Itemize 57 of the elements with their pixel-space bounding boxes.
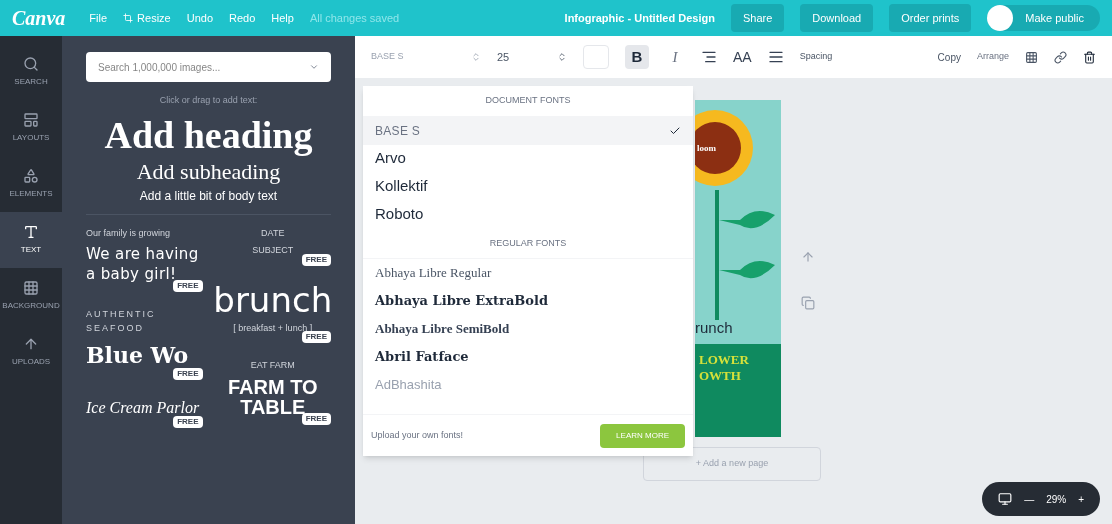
arrange-button[interactable]: Arrange	[976, 50, 1009, 64]
text-template[interactable]: DATE SUBJECT FREE	[214, 226, 331, 266]
design-text: LOWER	[699, 352, 750, 368]
rail-tab[interactable]: SEARCH	[0, 44, 62, 100]
text-template[interactable]: AUTHENTIC SEAFOOD Blue Wo FREE	[86, 308, 203, 380]
template-text: AUTHENTIC SEAFOOD	[86, 308, 157, 335]
rail-tab[interactable]: LAYOUTS	[0, 100, 62, 156]
copy-button[interactable]: Copy	[937, 49, 961, 65]
italic-button[interactable]: I	[665, 45, 685, 69]
upload-fonts-text: Upload your own fonts!	[371, 428, 464, 442]
design-thumbnail[interactable]: loom runch LOWER OWTH	[695, 100, 781, 437]
free-badge: FREE	[173, 416, 203, 428]
template-text: DATE	[261, 226, 285, 240]
font-size-selector[interactable]: 25	[497, 48, 567, 66]
free-badge: FREE	[173, 368, 203, 380]
heading-sample[interactable]: Add heading	[86, 111, 331, 158]
template-text: We are having a baby girl!	[86, 244, 200, 283]
zoom-value: 29%	[1046, 492, 1067, 507]
text-template[interactable]: Our family is growing We are having a baby girl! FREE	[86, 226, 203, 292]
design-text: loom	[697, 142, 716, 155]
subheading-sample[interactable]: Add subheading	[86, 157, 331, 186]
bold-button[interactable]: B	[625, 45, 649, 69]
zoom-in-button[interactable]: +	[1078, 491, 1084, 507]
free-badge: FREE	[173, 280, 203, 292]
section-header: REGULAR FONTS	[363, 228, 693, 259]
font-option[interactable]: Abril Fatface	[363, 343, 693, 371]
template-text: Our family is growing	[86, 226, 172, 240]
font-option[interactable]: Abhaya Libre Regular	[363, 259, 693, 287]
rail-tab[interactable]: ELEMENTS	[0, 156, 62, 212]
body-text-sample[interactable]: Add a little bit of body text	[86, 185, 331, 206]
free-badge: FREE	[301, 253, 331, 266]
search-field[interactable]: Search 1,000,000 images...	[86, 52, 331, 82]
rail-tab[interactable]: BACKGROUND	[0, 268, 62, 324]
design-text: runch	[695, 320, 734, 336]
font-option[interactable]: Roboto	[363, 200, 693, 229]
rail-tab[interactable]: TEXT	[0, 212, 62, 268]
design-text: OWTH	[699, 368, 742, 384]
template-text: Blue Wo	[86, 341, 190, 370]
spacing-button[interactable]: Spacing	[799, 50, 833, 64]
free-badge: FREE	[301, 331, 331, 343]
font-option[interactable]: Abhaya Libre SemiBold	[363, 315, 693, 343]
font-option[interactable]: Kollektif	[363, 172, 693, 201]
case-button[interactable]: AA	[733, 46, 752, 68]
save-status: All changes saved	[309, 10, 400, 26]
panel-hint: Click or drag to add text:	[158, 94, 259, 107]
rail-tab[interactable]: UPLOADS	[0, 324, 62, 380]
font-option[interactable]: Arvo	[363, 144, 693, 173]
zoom-out-button[interactable]: —	[1024, 491, 1035, 507]
font-option[interactable]: BASE S	[363, 116, 693, 145]
template-text: Ice Cream Parlor	[86, 398, 201, 418]
template-text: brunch	[213, 281, 333, 318]
text-template[interactable]: Ice Cream Parlor FREE	[86, 396, 203, 428]
font-option[interactable]: Abhaya Libre ExtraBold	[363, 287, 693, 315]
template-text: EAT FARM	[250, 359, 295, 372]
section-header: DOCUMENT FONTS	[363, 86, 693, 117]
design-title: Infographic - Untitled Design	[564, 10, 715, 26]
template-text: SUBJECT	[252, 244, 294, 257]
